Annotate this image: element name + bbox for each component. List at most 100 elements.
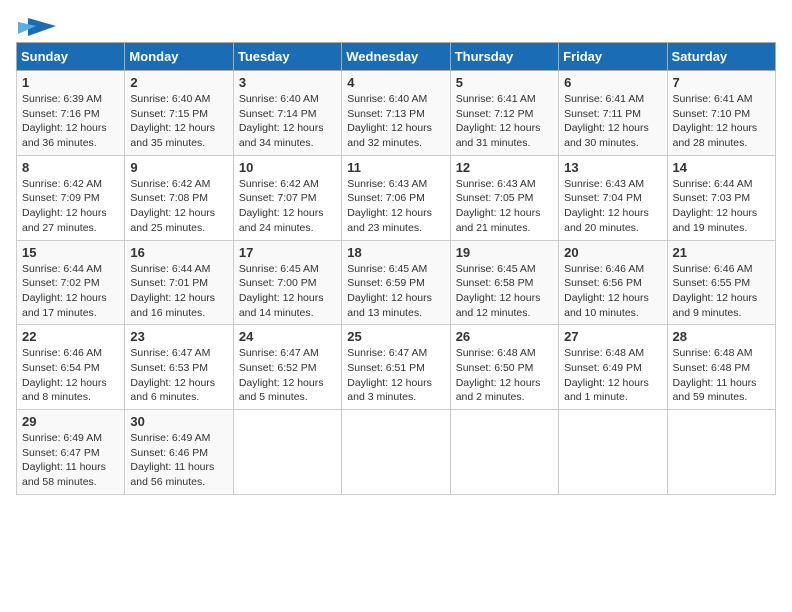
day-number: 24: [239, 329, 336, 344]
calendar-table: SundayMondayTuesdayWednesdayThursdayFrid…: [16, 42, 776, 495]
calendar-cell: 17 Sunrise: 6:45 AM Sunset: 7:00 PM Dayl…: [233, 240, 341, 325]
calendar-cell: 11 Sunrise: 6:43 AM Sunset: 7:06 PM Dayl…: [342, 155, 450, 240]
day-info: Sunrise: 6:43 AM Sunset: 7:04 PM Dayligh…: [564, 177, 661, 236]
day-info: Sunrise: 6:44 AM Sunset: 7:01 PM Dayligh…: [130, 262, 227, 321]
day-info: Sunrise: 6:48 AM Sunset: 6:49 PM Dayligh…: [564, 346, 661, 405]
calendar-cell: 3 Sunrise: 6:40 AM Sunset: 7:14 PM Dayli…: [233, 71, 341, 156]
day-info: Sunrise: 6:45 AM Sunset: 6:59 PM Dayligh…: [347, 262, 444, 321]
logo-icon: [18, 16, 56, 38]
calendar-cell: 19 Sunrise: 6:45 AM Sunset: 6:58 PM Dayl…: [450, 240, 558, 325]
day-info: Sunrise: 6:49 AM Sunset: 6:47 PM Dayligh…: [22, 431, 119, 490]
day-number: 14: [673, 160, 770, 175]
calendar-cell: 1 Sunrise: 6:39 AM Sunset: 7:16 PM Dayli…: [17, 71, 125, 156]
day-number: 19: [456, 245, 553, 260]
calendar-week-row: 29 Sunrise: 6:49 AM Sunset: 6:47 PM Dayl…: [17, 410, 776, 495]
day-number: 8: [22, 160, 119, 175]
day-info: Sunrise: 6:40 AM Sunset: 7:15 PM Dayligh…: [130, 92, 227, 151]
day-info: Sunrise: 6:39 AM Sunset: 7:16 PM Dayligh…: [22, 92, 119, 151]
day-number: 28: [673, 329, 770, 344]
calendar-cell: 22 Sunrise: 6:46 AM Sunset: 6:54 PM Dayl…: [17, 325, 125, 410]
calendar-cell: 5 Sunrise: 6:41 AM Sunset: 7:12 PM Dayli…: [450, 71, 558, 156]
day-number: 17: [239, 245, 336, 260]
day-of-week-header: Sunday: [17, 43, 125, 71]
day-number: 20: [564, 245, 661, 260]
day-info: Sunrise: 6:46 AM Sunset: 6:54 PM Dayligh…: [22, 346, 119, 405]
day-number: 2: [130, 75, 227, 90]
day-number: 10: [239, 160, 336, 175]
calendar-cell: 8 Sunrise: 6:42 AM Sunset: 7:09 PM Dayli…: [17, 155, 125, 240]
day-info: Sunrise: 6:42 AM Sunset: 7:09 PM Dayligh…: [22, 177, 119, 236]
calendar-header-row: SundayMondayTuesdayWednesdayThursdayFrid…: [17, 43, 776, 71]
day-of-week-header: Monday: [125, 43, 233, 71]
day-number: 15: [22, 245, 119, 260]
day-info: Sunrise: 6:48 AM Sunset: 6:48 PM Dayligh…: [673, 346, 770, 405]
day-info: Sunrise: 6:44 AM Sunset: 7:02 PM Dayligh…: [22, 262, 119, 321]
day-number: 23: [130, 329, 227, 344]
calendar-cell: 30 Sunrise: 6:49 AM Sunset: 6:46 PM Dayl…: [125, 410, 233, 495]
day-number: 30: [130, 414, 227, 429]
day-info: Sunrise: 6:47 AM Sunset: 6:52 PM Dayligh…: [239, 346, 336, 405]
day-info: Sunrise: 6:48 AM Sunset: 6:50 PM Dayligh…: [456, 346, 553, 405]
calendar-cell: 29 Sunrise: 6:49 AM Sunset: 6:47 PM Dayl…: [17, 410, 125, 495]
logo: [16, 16, 56, 34]
calendar-cell: 10 Sunrise: 6:42 AM Sunset: 7:07 PM Dayl…: [233, 155, 341, 240]
calendar-cell: 23 Sunrise: 6:47 AM Sunset: 6:53 PM Dayl…: [125, 325, 233, 410]
day-number: 27: [564, 329, 661, 344]
calendar-cell: 2 Sunrise: 6:40 AM Sunset: 7:15 PM Dayli…: [125, 71, 233, 156]
day-number: 13: [564, 160, 661, 175]
day-info: Sunrise: 6:47 AM Sunset: 6:51 PM Dayligh…: [347, 346, 444, 405]
day-info: Sunrise: 6:46 AM Sunset: 6:56 PM Dayligh…: [564, 262, 661, 321]
calendar-cell: [450, 410, 558, 495]
day-info: Sunrise: 6:41 AM Sunset: 7:11 PM Dayligh…: [564, 92, 661, 151]
day-number: 3: [239, 75, 336, 90]
day-number: 11: [347, 160, 444, 175]
day-number: 9: [130, 160, 227, 175]
calendar-cell: 20 Sunrise: 6:46 AM Sunset: 6:56 PM Dayl…: [559, 240, 667, 325]
day-of-week-header: Friday: [559, 43, 667, 71]
day-info: Sunrise: 6:41 AM Sunset: 7:10 PM Dayligh…: [673, 92, 770, 151]
day-number: 4: [347, 75, 444, 90]
day-info: Sunrise: 6:42 AM Sunset: 7:08 PM Dayligh…: [130, 177, 227, 236]
calendar-cell: [233, 410, 341, 495]
day-number: 18: [347, 245, 444, 260]
calendar-cell: 4 Sunrise: 6:40 AM Sunset: 7:13 PM Dayli…: [342, 71, 450, 156]
calendar-week-row: 22 Sunrise: 6:46 AM Sunset: 6:54 PM Dayl…: [17, 325, 776, 410]
calendar-week-row: 8 Sunrise: 6:42 AM Sunset: 7:09 PM Dayli…: [17, 155, 776, 240]
calendar-cell: [559, 410, 667, 495]
calendar-cell: 14 Sunrise: 6:44 AM Sunset: 7:03 PM Dayl…: [667, 155, 775, 240]
calendar-cell: 16 Sunrise: 6:44 AM Sunset: 7:01 PM Dayl…: [125, 240, 233, 325]
calendar-cell: 18 Sunrise: 6:45 AM Sunset: 6:59 PM Dayl…: [342, 240, 450, 325]
day-number: 21: [673, 245, 770, 260]
day-info: Sunrise: 6:40 AM Sunset: 7:13 PM Dayligh…: [347, 92, 444, 151]
calendar-cell: 15 Sunrise: 6:44 AM Sunset: 7:02 PM Dayl…: [17, 240, 125, 325]
day-of-week-header: Thursday: [450, 43, 558, 71]
day-number: 22: [22, 329, 119, 344]
day-info: Sunrise: 6:43 AM Sunset: 7:06 PM Dayligh…: [347, 177, 444, 236]
day-of-week-header: Saturday: [667, 43, 775, 71]
day-of-week-header: Wednesday: [342, 43, 450, 71]
calendar-cell: 7 Sunrise: 6:41 AM Sunset: 7:10 PM Dayli…: [667, 71, 775, 156]
day-info: Sunrise: 6:42 AM Sunset: 7:07 PM Dayligh…: [239, 177, 336, 236]
day-info: Sunrise: 6:45 AM Sunset: 7:00 PM Dayligh…: [239, 262, 336, 321]
day-number: 5: [456, 75, 553, 90]
day-info: Sunrise: 6:49 AM Sunset: 6:46 PM Dayligh…: [130, 431, 227, 490]
calendar-cell: 26 Sunrise: 6:48 AM Sunset: 6:50 PM Dayl…: [450, 325, 558, 410]
header: [16, 16, 776, 34]
day-of-week-header: Tuesday: [233, 43, 341, 71]
day-number: 7: [673, 75, 770, 90]
calendar-cell: 9 Sunrise: 6:42 AM Sunset: 7:08 PM Dayli…: [125, 155, 233, 240]
day-info: Sunrise: 6:45 AM Sunset: 6:58 PM Dayligh…: [456, 262, 553, 321]
day-info: Sunrise: 6:40 AM Sunset: 7:14 PM Dayligh…: [239, 92, 336, 151]
day-info: Sunrise: 6:41 AM Sunset: 7:12 PM Dayligh…: [456, 92, 553, 151]
day-number: 1: [22, 75, 119, 90]
day-info: Sunrise: 6:47 AM Sunset: 6:53 PM Dayligh…: [130, 346, 227, 405]
day-number: 6: [564, 75, 661, 90]
day-number: 12: [456, 160, 553, 175]
calendar-cell: 25 Sunrise: 6:47 AM Sunset: 6:51 PM Dayl…: [342, 325, 450, 410]
day-info: Sunrise: 6:44 AM Sunset: 7:03 PM Dayligh…: [673, 177, 770, 236]
day-number: 25: [347, 329, 444, 344]
calendar-cell: 28 Sunrise: 6:48 AM Sunset: 6:48 PM Dayl…: [667, 325, 775, 410]
calendar-cell: 12 Sunrise: 6:43 AM Sunset: 7:05 PM Dayl…: [450, 155, 558, 240]
day-info: Sunrise: 6:46 AM Sunset: 6:55 PM Dayligh…: [673, 262, 770, 321]
calendar-cell: 21 Sunrise: 6:46 AM Sunset: 6:55 PM Dayl…: [667, 240, 775, 325]
